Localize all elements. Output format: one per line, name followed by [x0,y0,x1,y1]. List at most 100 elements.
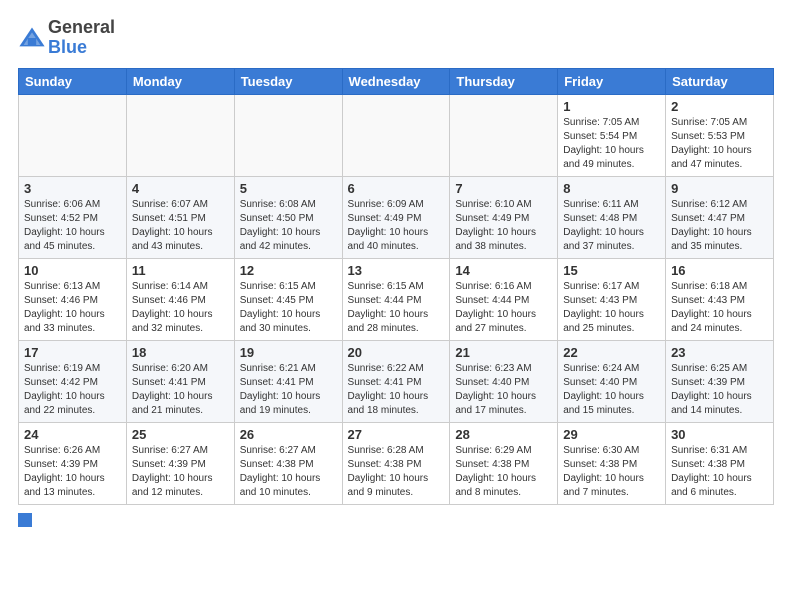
day-info: Sunrise: 6:27 AM Sunset: 4:39 PM Dayligh… [132,444,229,500]
calendar-cell: 29 Sunrise: 6:30 AM Sunset: 4:38 PM Dayli… [558,422,666,504]
day-info: Sunrise: 6:23 AM Sunset: 4:40 PM Dayligh… [455,362,552,418]
day-info: Sunrise: 6:14 AM Sunset: 4:46 PM Dayligh… [132,280,229,336]
day-info: Sunrise: 6:10 AM Sunset: 4:49 PM Dayligh… [455,198,552,254]
calendar-cell: 18Sunrise: 6:20 AM Sunset: 4:41 PM Dayli… [126,340,234,422]
calendar-header-friday: Friday [558,68,666,94]
day-info: Sunrise: 6:28 AM Sunset: 4:38 PM Dayligh… [348,444,445,500]
calendar-cell: 17Sunrise: 6:19 AM Sunset: 4:42 PM Dayli… [19,340,127,422]
day-info: Sunrise: 6:21 AM Sunset: 4:41 PM Dayligh… [240,362,337,418]
calendar-week-2: 3Sunrise: 6:06 AM Sunset: 4:52 PM Daylig… [19,176,774,258]
calendar-week-3: 10 Sunrise: 6:13 AM Sunset: 4:46 PM Dayli… [19,258,774,340]
calendar-cell: 16 Sunrise: 6:18 AM Sunset: 4:43 PM Dayli… [666,258,774,340]
calendar-header-saturday: Saturday [666,68,774,94]
day-info: Sunrise: 6:25 AM Sunset: 4:39 PM Dayligh… [671,362,768,418]
day-number: 7 [455,181,552,196]
calendar-header-monday: Monday [126,68,234,94]
day-number: 13 [348,263,445,278]
day-number: 16 [671,263,768,278]
calendar-cell [126,94,234,176]
calendar-cell: 5Sunrise: 6:08 AM Sunset: 4:50 PM Daylig… [234,176,342,258]
day-info: Sunrise: 6:13 AM Sunset: 4:46 PM Dayligh… [24,280,121,336]
calendar-header-row: SundayMondayTuesdayWednesdayThursdayFrid… [19,68,774,94]
legend-color-box [18,513,32,527]
calendar-cell: 3Sunrise: 6:06 AM Sunset: 4:52 PM Daylig… [19,176,127,258]
day-info: Sunrise: 7:05 AM Sunset: 5:54 PM Dayligh… [563,116,660,172]
day-number: 11 [132,263,229,278]
calendar-cell: 26 Sunrise: 6:27 AM Sunset: 4:38 PM Dayli… [234,422,342,504]
day-info: Sunrise: 6:12 AM Sunset: 4:47 PM Dayligh… [671,198,768,254]
page: General Blue SundayMondayTuesdayWednesda… [0,0,792,539]
day-info: Sunrise: 6:08 AM Sunset: 4:50 PM Dayligh… [240,198,337,254]
calendar-cell: 14Sunrise: 6:16 AM Sunset: 4:44 PM Dayli… [450,258,558,340]
calendar-cell [450,94,558,176]
calendar-cell: 1 Sunrise: 7:05 AM Sunset: 5:54 PM Daylig… [558,94,666,176]
day-number: 15 [563,263,660,278]
day-number: 23 [671,345,768,360]
calendar-cell: 4 Sunrise: 6:07 AM Sunset: 4:51 PM Daylig… [126,176,234,258]
day-number: 26 [240,427,337,442]
calendar-week-5: 24 Sunrise: 6:26 AM Sunset: 4:39 PM Dayli… [19,422,774,504]
calendar-cell: 6Sunrise: 6:09 AM Sunset: 4:49 PM Daylig… [342,176,450,258]
day-info: Sunrise: 7:05 AM Sunset: 5:53 PM Dayligh… [671,116,768,172]
day-info: Sunrise: 6:19 AM Sunset: 4:42 PM Dayligh… [24,362,121,418]
calendar-cell: 20 Sunrise: 6:22 AM Sunset: 4:41 PM Dayli… [342,340,450,422]
calendar-cell: 7 Sunrise: 6:10 AM Sunset: 4:49 PM Daylig… [450,176,558,258]
calendar-cell: 19Sunrise: 6:21 AM Sunset: 4:41 PM Dayli… [234,340,342,422]
day-number: 9 [671,181,768,196]
header: General Blue [18,18,774,58]
day-info: Sunrise: 6:07 AM Sunset: 4:51 PM Dayligh… [132,198,229,254]
calendar-cell: 2Sunrise: 7:05 AM Sunset: 5:53 PM Daylig… [666,94,774,176]
day-number: 4 [132,181,229,196]
day-info: Sunrise: 6:31 AM Sunset: 4:38 PM Dayligh… [671,444,768,500]
calendar-header-sunday: Sunday [19,68,127,94]
day-number: 22 [563,345,660,360]
logo-text: General Blue [48,18,115,58]
day-info: Sunrise: 6:20 AM Sunset: 4:41 PM Dayligh… [132,362,229,418]
day-number: 24 [24,427,121,442]
day-info: Sunrise: 6:24 AM Sunset: 4:40 PM Dayligh… [563,362,660,418]
day-number: 28 [455,427,552,442]
calendar-cell: 13 Sunrise: 6:15 AM Sunset: 4:44 PM Dayli… [342,258,450,340]
day-number: 6 [348,181,445,196]
day-info: Sunrise: 6:16 AM Sunset: 4:44 PM Dayligh… [455,280,552,336]
day-info: Sunrise: 6:27 AM Sunset: 4:38 PM Dayligh… [240,444,337,500]
calendar-cell: 11 Sunrise: 6:14 AM Sunset: 4:46 PM Dayli… [126,258,234,340]
calendar-cell: 15Sunrise: 6:17 AM Sunset: 4:43 PM Dayli… [558,258,666,340]
calendar-cell: 12Sunrise: 6:15 AM Sunset: 4:45 PM Dayli… [234,258,342,340]
day-number: 1 [563,99,660,114]
calendar-cell: 28 Sunrise: 6:29 AM Sunset: 4:38 PM Dayli… [450,422,558,504]
legend [18,513,774,527]
calendar-cell: 27Sunrise: 6:28 AM Sunset: 4:38 PM Dayli… [342,422,450,504]
day-info: Sunrise: 6:18 AM Sunset: 4:43 PM Dayligh… [671,280,768,336]
calendar-week-1: 1 Sunrise: 7:05 AM Sunset: 5:54 PM Daylig… [19,94,774,176]
logo-icon [18,24,46,52]
calendar-cell [342,94,450,176]
day-number: 8 [563,181,660,196]
day-info: Sunrise: 6:30 AM Sunset: 4:38 PM Dayligh… [563,444,660,500]
day-number: 30 [671,427,768,442]
day-info: Sunrise: 6:26 AM Sunset: 4:39 PM Dayligh… [24,444,121,500]
calendar-week-4: 17Sunrise: 6:19 AM Sunset: 4:42 PM Dayli… [19,340,774,422]
calendar-cell: 25 Sunrise: 6:27 AM Sunset: 4:39 PM Dayli… [126,422,234,504]
calendar-cell: 8 Sunrise: 6:11 AM Sunset: 4:48 PM Daylig… [558,176,666,258]
day-info: Sunrise: 6:15 AM Sunset: 4:45 PM Dayligh… [240,280,337,336]
day-info: Sunrise: 6:06 AM Sunset: 4:52 PM Dayligh… [24,198,121,254]
day-number: 21 [455,345,552,360]
day-number: 20 [348,345,445,360]
calendar-cell: 23 Sunrise: 6:25 AM Sunset: 4:39 PM Dayli… [666,340,774,422]
calendar-cell [234,94,342,176]
calendar-header-wednesday: Wednesday [342,68,450,94]
calendar-cell: 30 Sunrise: 6:31 AM Sunset: 4:38 PM Dayli… [666,422,774,504]
day-number: 29 [563,427,660,442]
calendar-cell: 22 Sunrise: 6:24 AM Sunset: 4:40 PM Dayli… [558,340,666,422]
calendar-table: SundayMondayTuesdayWednesdayThursdayFrid… [18,68,774,505]
calendar-cell: 9 Sunrise: 6:12 AM Sunset: 4:47 PM Daylig… [666,176,774,258]
logo: General Blue [18,18,115,58]
day-info: Sunrise: 6:15 AM Sunset: 4:44 PM Dayligh… [348,280,445,336]
day-number: 25 [132,427,229,442]
day-info: Sunrise: 6:22 AM Sunset: 4:41 PM Dayligh… [348,362,445,418]
day-info: Sunrise: 6:29 AM Sunset: 4:38 PM Dayligh… [455,444,552,500]
calendar-cell: 10 Sunrise: 6:13 AM Sunset: 4:46 PM Dayli… [19,258,127,340]
day-info: Sunrise: 6:11 AM Sunset: 4:48 PM Dayligh… [563,198,660,254]
day-number: 10 [24,263,121,278]
